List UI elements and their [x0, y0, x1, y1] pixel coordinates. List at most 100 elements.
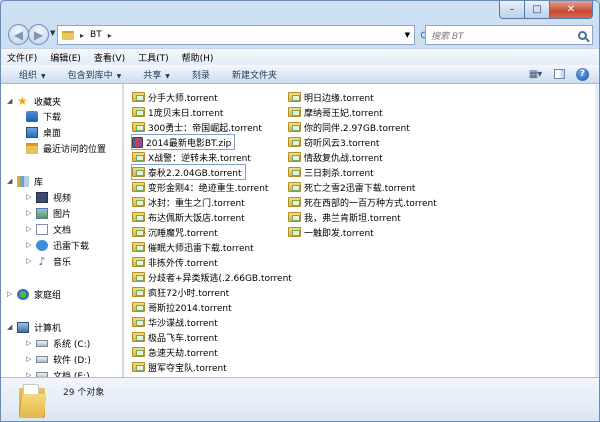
file-item[interactable]: 分歧者+异类叛逃(.2.66GB.torrent	[132, 270, 292, 284]
nav-thunder[interactable]: ▷ 迅雷下载	[26, 238, 89, 252]
file-item[interactable]: 疯狂72小时.torrent	[132, 285, 229, 299]
caret-right-icon[interactable]: ▷	[26, 241, 34, 249]
minimize-button[interactable]: –	[499, 1, 525, 19]
file-item[interactable]: 一触即发.torrent	[288, 225, 374, 239]
address-dropdown-icon[interactable]: ▼	[405, 31, 410, 39]
torrent-file-icon	[132, 212, 145, 222]
file-item[interactable]: 沉睡魔咒.torrent	[132, 225, 218, 239]
nav-drive-c[interactable]: ▷ 系统 (C:)	[26, 336, 90, 350]
chevron-right-icon[interactable]: ▸	[80, 31, 84, 40]
caret-right-icon[interactable]: ▷	[26, 209, 34, 217]
file-name: 摩纳哥王妃.torrent	[304, 108, 383, 119]
nav-music[interactable]: ▷ ♪ 音乐	[26, 254, 71, 268]
file-item[interactable]: 华沙谍战.torrent	[132, 315, 218, 329]
menu-edit[interactable]: 编辑(E)	[50, 51, 81, 64]
new-folder-button[interactable]: 新建文件夹	[232, 68, 277, 81]
file-item[interactable]: 变形金刚4：绝迹重生.torrent	[132, 180, 268, 194]
menu-view[interactable]: 查看(V)	[94, 51, 125, 64]
file-item[interactable]: X战警：逆转未来.torrent	[132, 150, 251, 164]
chevron-right-icon[interactable]: ▸	[108, 31, 112, 40]
nav-homegroup[interactable]: ▷ 家庭组	[7, 287, 61, 301]
file-item[interactable]: 你的同伴.2.97GB.torrent	[288, 120, 410, 134]
search-input[interactable]: 搜索 BT	[431, 29, 464, 42]
file-item[interactable]: 我，弗兰肯斯坦.torrent	[288, 210, 401, 224]
pictures-icon	[36, 207, 48, 219]
nav-drive-d[interactable]: ▷ 软件 (D:)	[26, 352, 91, 366]
file-item[interactable]: 布达佩斯大饭店.torrent	[132, 210, 245, 224]
search-box[interactable]: 搜索 BT	[425, 25, 593, 45]
torrent-file-icon	[288, 227, 301, 237]
torrent-file-icon	[132, 362, 145, 372]
file-item[interactable]: 窃听风云3.torrent	[288, 135, 379, 149]
change-view-icon[interactable]: ▦▾	[528, 67, 542, 81]
burn-button[interactable]: 刻录	[192, 68, 210, 81]
file-item[interactable]: 哥斯拉2014.torrent	[132, 300, 232, 314]
caret-down-icon[interactable]: ◢	[7, 177, 15, 185]
folder-icon	[62, 30, 74, 40]
caret-right-icon[interactable]: ▷	[26, 339, 34, 347]
nav-drive-e[interactable]: ▷ 文档 (E:)	[26, 368, 90, 377]
file-item[interactable]: 死亡之雪2迅雷下载.torrent	[288, 180, 415, 194]
file-name: 2014最新电影BT.zip	[146, 138, 232, 149]
desktop-icon	[26, 126, 38, 138]
nav-drive-d-label: 软件 (D:)	[53, 355, 91, 366]
forward-arrow-icon: ▶	[33, 27, 44, 42]
file-item[interactable]: 死在西部的一百万种方式.torrent	[288, 195, 437, 209]
caret-down-icon[interactable]: ◢	[7, 97, 15, 105]
file-name: 1庞贝末日.torrent	[148, 108, 224, 119]
nav-computer[interactable]: ◢ 计算机	[7, 320, 61, 334]
help-icon[interactable]: ?	[576, 67, 589, 81]
file-item[interactable]: 三日刺杀.torrent	[288, 165, 374, 179]
file-item[interactable]: 明日边缘.torrent	[288, 90, 374, 104]
include-in-library-button[interactable]: 包含到库中 ▼	[68, 68, 122, 81]
file-item[interactable]: 催眠大师迅雷下载.torrent	[132, 240, 254, 254]
file-item[interactable]: 急速天劫.torrent	[132, 345, 218, 359]
caret-right-icon[interactable]: ▷	[7, 290, 15, 298]
file-item-focused[interactable]: 泰秋2.2.04GB.torrent	[131, 164, 246, 180]
back-button[interactable]: ◀	[8, 24, 29, 45]
file-item[interactable]: 分手大师.torrent	[132, 90, 218, 104]
file-item[interactable]: 盟军夺宝队.torrent	[132, 360, 227, 374]
nav-pictures[interactable]: ▷ 图片	[26, 206, 71, 220]
vertical-scrollbar[interactable]	[595, 84, 599, 377]
organize-button[interactable]: 组织 ▼	[19, 68, 46, 81]
file-item[interactable]: 情敌复仇战.torrent	[288, 150, 383, 164]
preview-pane-button[interactable]	[552, 67, 566, 81]
caret-right-icon[interactable]: ▷	[26, 355, 34, 363]
address-bar[interactable]: ▸ BT ▸ ▼	[57, 25, 415, 45]
caret-right-icon[interactable]: ▷	[26, 193, 34, 201]
file-item[interactable]: 摩纳哥王妃.torrent	[288, 105, 383, 119]
share-button[interactable]: 共享 ▼	[143, 68, 170, 81]
menu-tools[interactable]: 工具(T)	[138, 51, 169, 64]
file-item[interactable]: 冰封：重生之门.torrent	[132, 195, 245, 209]
search-icon[interactable]	[578, 30, 587, 40]
file-item[interactable]: 极品飞车.torrent	[132, 330, 218, 344]
file-item[interactable]: 非拣外传.torrent	[132, 255, 218, 269]
file-item-selected[interactable]: 2014最新电影BT.zip	[130, 134, 236, 150]
forward-button[interactable]: ▶	[28, 24, 49, 45]
nav-downloads[interactable]: 下载	[26, 109, 61, 123]
caret-down-icon[interactable]: ◢	[7, 323, 15, 331]
nav-libraries[interactable]: ◢ 库	[7, 174, 43, 188]
music-icon: ♪	[38, 254, 46, 268]
nav-documents[interactable]: ▷ 文档	[26, 222, 71, 236]
maximize-button[interactable]: □	[525, 1, 550, 19]
close-button[interactable]: ✕	[550, 1, 593, 19]
menu-file[interactable]: 文件(F)	[7, 51, 37, 64]
caret-right-icon[interactable]: ▷	[26, 225, 34, 233]
computer-icon	[17, 321, 29, 333]
address-path[interactable]: BT	[90, 30, 102, 40]
nav-videos-label: 视频	[53, 193, 72, 204]
torrent-file-icon	[132, 107, 145, 117]
nav-recent[interactable]: 最近访问的位置	[26, 141, 106, 155]
recent-pages-dropdown-icon[interactable]: ▼	[50, 29, 55, 37]
caret-right-icon[interactable]: ▷	[26, 257, 34, 265]
file-item[interactable]: 300勇士：帝国崛起.torrent	[132, 120, 262, 134]
nav-videos[interactable]: ▷ 视频	[26, 190, 71, 204]
command-bar: 组织 ▼ 包含到库中 ▼ 共享 ▼ 刻录 新建文件夹 ▦▾ ?	[1, 65, 599, 84]
nav-favorites[interactable]: ◢ ★ 收藏夹	[7, 94, 61, 108]
nav-desktop[interactable]: 桌面	[26, 125, 61, 139]
file-item[interactable]: 1庞贝末日.torrent	[132, 105, 223, 119]
menu-help[interactable]: 帮助(H)	[182, 51, 214, 64]
organize-label: 组织	[19, 70, 38, 81]
